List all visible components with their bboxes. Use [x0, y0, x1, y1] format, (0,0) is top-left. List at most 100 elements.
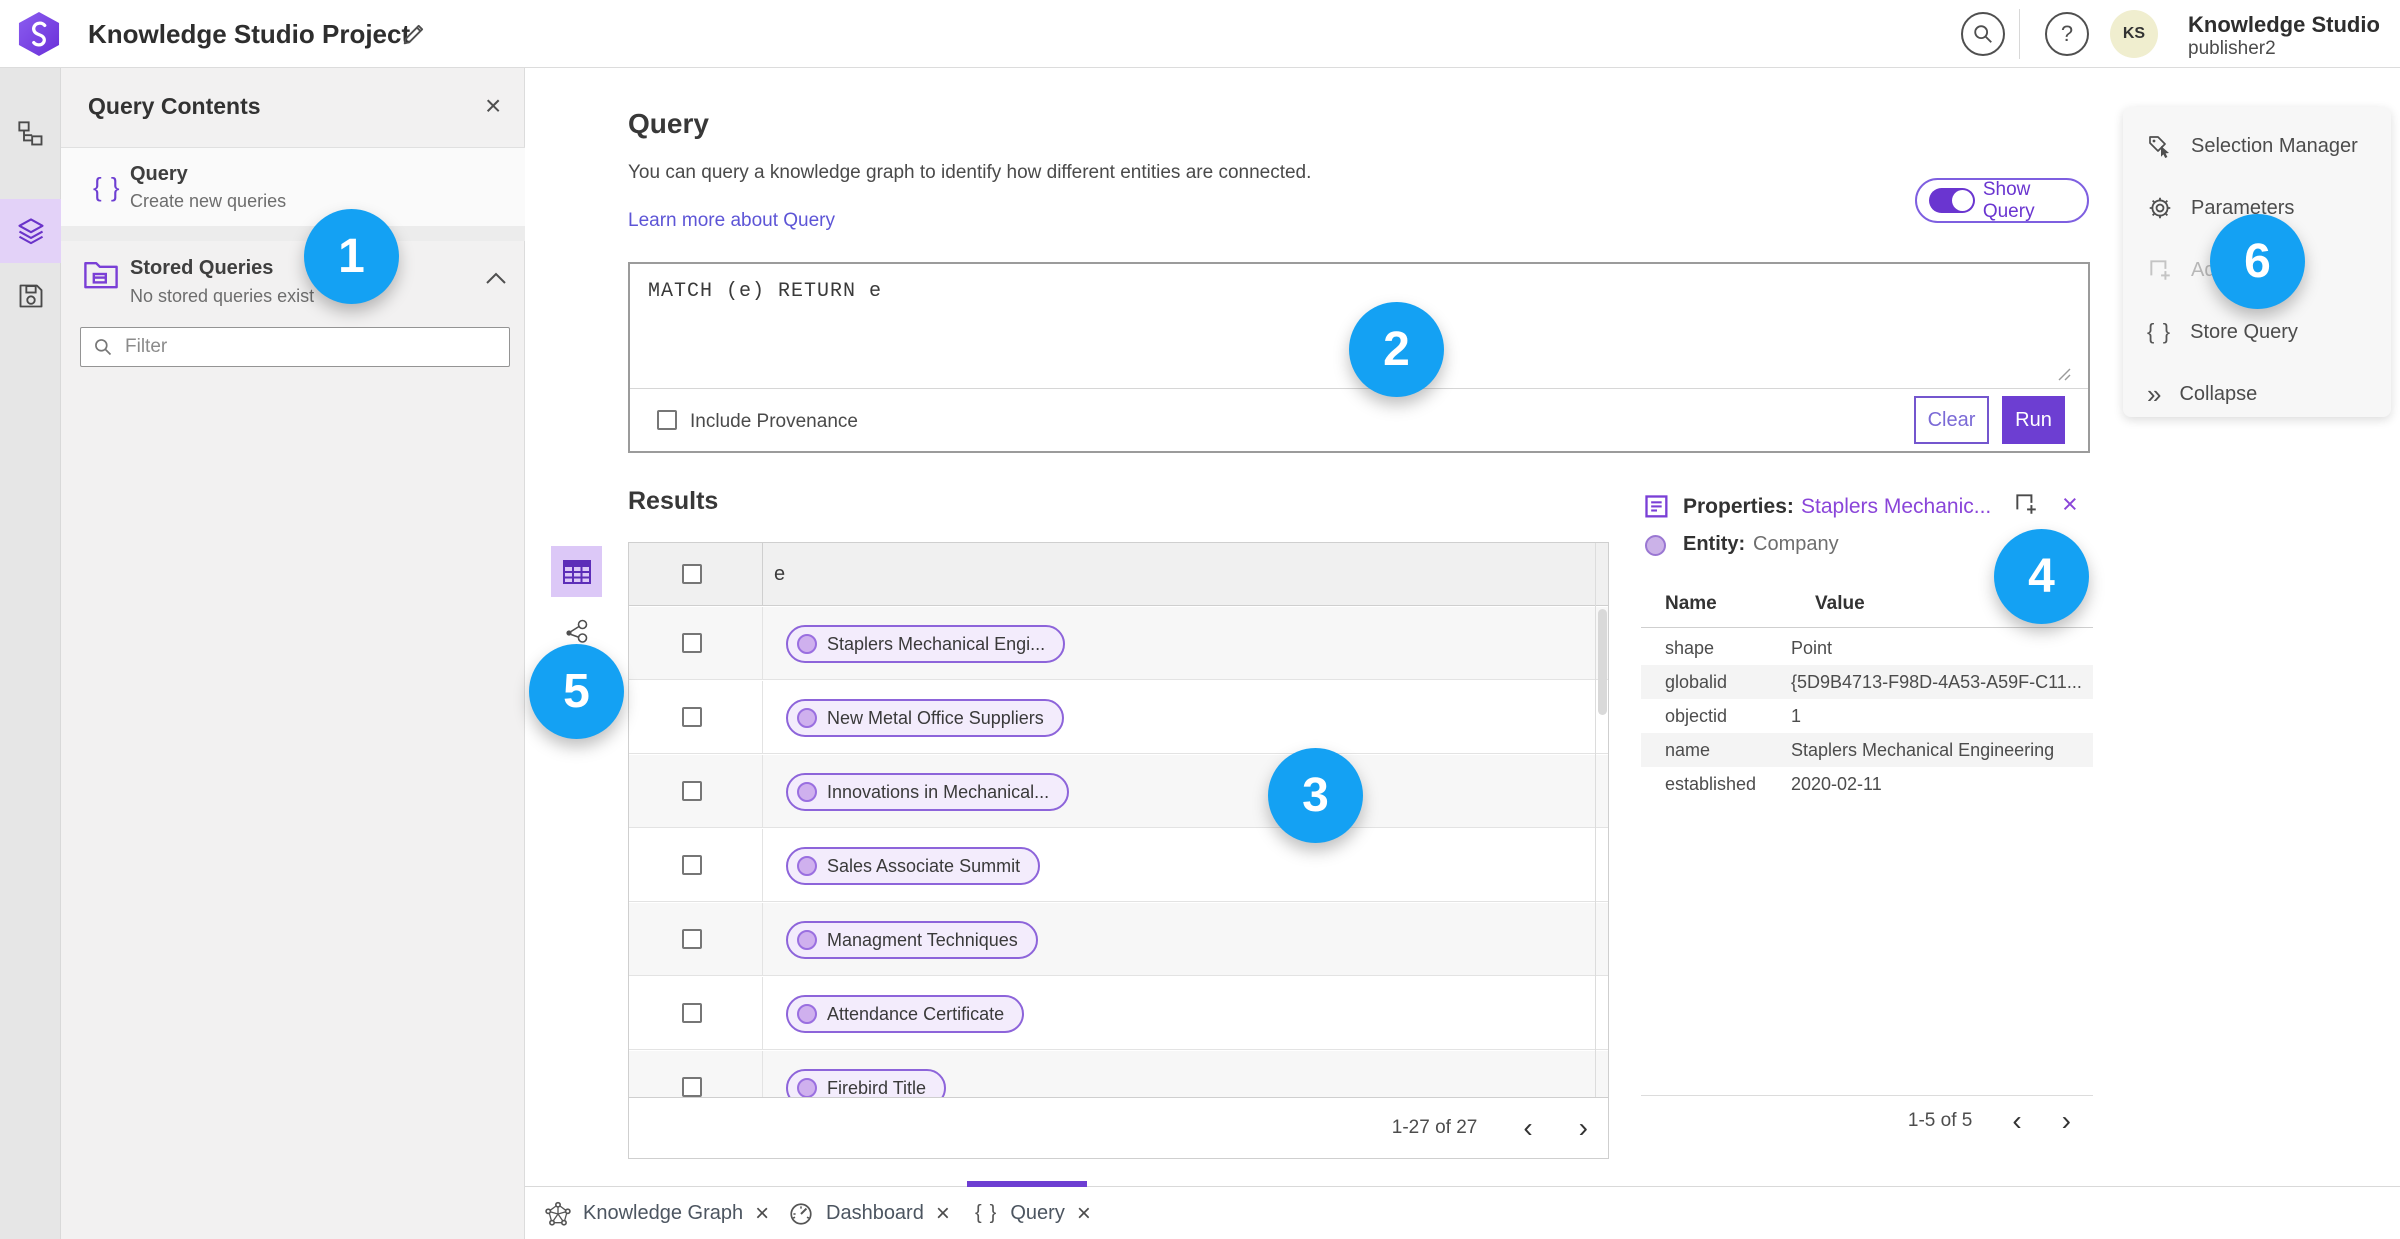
- property-name: name: [1665, 739, 1711, 760]
- gear-icon: [2149, 197, 2171, 219]
- table-row: Innovations in Mechanical...: [629, 755, 1608, 828]
- run-button[interactable]: Run: [2002, 396, 2065, 444]
- app-logo: [18, 10, 60, 58]
- row-checkbox[interactable]: [682, 1003, 702, 1023]
- results-rows: Staplers Mechanical Engi... New Metal Of…: [629, 607, 1608, 1097]
- entity-pill[interactable]: Managment Techniques: [786, 921, 1038, 959]
- row-checkbox[interactable]: [682, 929, 702, 949]
- close-tab-icon[interactable]: ×: [936, 1201, 950, 1226]
- properties-pagination: 1-5 of 5 ‹ ›: [1641, 1095, 2093, 1145]
- annotation-badge-5: 5: [529, 644, 624, 739]
- entity-pill[interactable]: Attendance Certificate: [786, 995, 1025, 1033]
- annotation-badge-2: 2: [1349, 302, 1444, 397]
- edit-title-button[interactable]: [400, 20, 428, 48]
- entity-pill[interactable]: Firebird Title: [786, 1069, 947, 1098]
- account-role: publisher2: [2188, 38, 2276, 59]
- close-icon: ×: [2062, 489, 2078, 519]
- table-view-button[interactable]: [551, 546, 602, 597]
- row-checkbox[interactable]: [682, 707, 702, 727]
- search-button[interactable]: [1961, 12, 2005, 56]
- entity-pill-label: Attendance Certificate: [827, 1003, 1005, 1024]
- menu-item-label: Collapse: [2179, 382, 2258, 405]
- row-checkbox[interactable]: [682, 1077, 702, 1097]
- property-value: Point: [1791, 637, 1833, 658]
- menu-item-store-query[interactable]: { } Store Query: [2123, 301, 2391, 363]
- question-icon: ?: [2060, 21, 2074, 46]
- panel-item-query[interactable]: { } Query Create new queries: [61, 148, 525, 226]
- entity-pill[interactable]: Staplers Mechanical Engi...: [786, 625, 1066, 663]
- query-description: You can query a knowledge graph to ident…: [628, 162, 1312, 183]
- filter-input[interactable]: Filter: [80, 327, 510, 367]
- prev-page-button[interactable]: ‹: [1523, 1114, 1532, 1142]
- close-icon: ×: [485, 90, 502, 121]
- close-tab-icon[interactable]: ×: [755, 1201, 769, 1226]
- sidebar-item-data-model[interactable]: [0, 102, 61, 166]
- divider: [61, 226, 525, 241]
- panel-item-stored-queries[interactable]: Stored Queries No stored queries exist: [61, 241, 525, 320]
- badge-number: 3: [1302, 769, 1329, 822]
- show-query-label: Show Query: [1982, 178, 2035, 222]
- prop-col-value: Value: [1815, 593, 1865, 614]
- select-all-checkbox[interactable]: [682, 564, 702, 584]
- pencil-icon: [403, 24, 424, 45]
- include-provenance-checkbox[interactable]: [657, 410, 677, 430]
- layers-icon: [17, 218, 44, 245]
- results-pagination: 1-27 of 27 ‹ ›: [629, 1097, 1608, 1158]
- tab-dashboard[interactable]: Dashboard ×: [788, 1187, 950, 1239]
- row-checkbox[interactable]: [682, 633, 702, 653]
- tab-label: Knowledge Graph: [583, 1202, 744, 1224]
- property-value: Staplers Mechanical Engineering: [1791, 739, 2055, 760]
- close-properties-button[interactable]: ×: [2062, 489, 2078, 520]
- menu-item-collapse[interactable]: » Collapse: [2123, 363, 2391, 425]
- clear-button[interactable]: Clear: [1914, 396, 1989, 444]
- resize-handle[interactable]: [2056, 366, 2072, 382]
- menu-item-label: Store Query: [2190, 320, 2298, 343]
- property-value: 1: [1791, 705, 1802, 726]
- badge-number: 6: [2244, 235, 2271, 288]
- learn-more-link[interactable]: Learn more about Query: [628, 210, 835, 232]
- sidebar-item-layers[interactable]: [0, 199, 61, 263]
- next-page-button[interactable]: ›: [2062, 1106, 2071, 1135]
- include-provenance-label: Include Provenance: [690, 411, 858, 432]
- show-query-toggle[interactable]: Show Query: [1915, 178, 2089, 223]
- filter-search-icon: [95, 339, 112, 356]
- query-code-input[interactable]: MATCH (e) RETURN e: [648, 280, 882, 303]
- clear-button-label: Clear: [1927, 408, 1976, 431]
- property-name: globalid: [1665, 671, 1728, 692]
- annotation-badge-4: 4: [1994, 529, 2089, 624]
- properties-entity-link[interactable]: Staplers Mechanic...: [1801, 495, 1991, 519]
- row-checkbox[interactable]: [682, 781, 702, 801]
- close-tab-icon[interactable]: ×: [1077, 1201, 1091, 1226]
- menu-item-selection-manager[interactable]: Selection Manager: [2123, 115, 2391, 177]
- topbar-divider: [2019, 9, 2020, 59]
- tab-query[interactable]: { } Query ×: [975, 1187, 1091, 1239]
- tab-knowledge-graph[interactable]: Knowledge Graph ×: [545, 1187, 769, 1239]
- tab-label: Query: [1010, 1202, 1065, 1224]
- run-button-label: Run: [2015, 408, 2052, 431]
- account-name: Knowledge Studio: [2188, 12, 2380, 37]
- avatar[interactable]: KS: [2110, 10, 2158, 58]
- prev-page-button[interactable]: ‹: [2012, 1106, 2021, 1135]
- new-window-add-icon[interactable]: [2013, 491, 2039, 517]
- menu-item-label: Selection Manager: [2191, 134, 2358, 157]
- braces-icon: { }: [975, 1202, 999, 1224]
- row-checkbox[interactable]: [682, 855, 702, 875]
- next-page-button[interactable]: ›: [1579, 1114, 1588, 1142]
- results-scrollbar[interactable]: [1598, 609, 1607, 715]
- chevron-up-icon[interactable]: [485, 271, 507, 285]
- hexagon-logo-icon: [18, 12, 60, 56]
- help-button[interactable]: ?: [2045, 12, 2089, 56]
- entity-pill-label: Sales Associate Summit: [827, 855, 1021, 876]
- properties-pagination-text: 1-5 of 5: [1907, 1109, 1973, 1131]
- entity-pill[interactable]: Sales Associate Summit: [786, 847, 1041, 885]
- close-panel-button[interactable]: ×: [485, 92, 501, 120]
- entity-pill-label: Firebird Title: [827, 1077, 927, 1098]
- entity-dot-icon: [797, 634, 817, 654]
- property-name: objectid: [1665, 705, 1728, 726]
- entity-pill[interactable]: Innovations in Mechanical...: [786, 773, 1070, 811]
- results-pagination-text: 1-27 of 27: [1391, 1117, 1478, 1138]
- property-value: {5D9B4713-F98D-4A53-A59F-C11...: [1791, 671, 2082, 692]
- entity-label: Entity:: [1683, 533, 1746, 555]
- entity-pill[interactable]: New Metal Office Suppliers: [786, 699, 1064, 737]
- sidebar-item-save[interactable]: [0, 264, 61, 328]
